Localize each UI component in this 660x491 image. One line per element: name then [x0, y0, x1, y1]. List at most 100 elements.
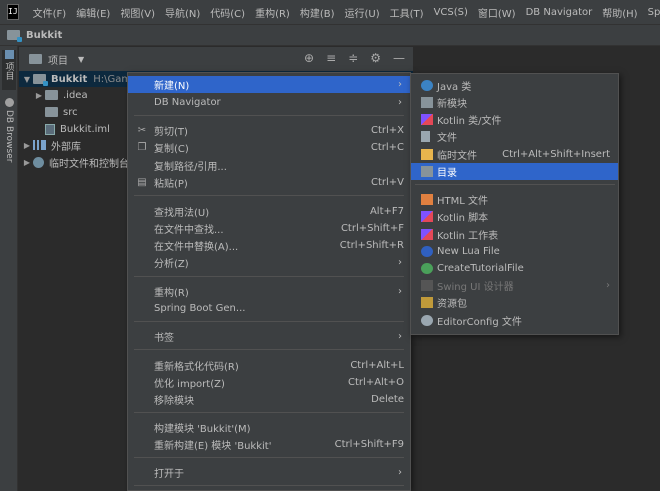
left-tool-strip: 项目 DB Browser [0, 46, 18, 491]
tree-libs-label: 外部库 [51, 141, 81, 153]
tab-project[interactable]: 项目 [2, 50, 16, 90]
submenu-item-resource-bundle[interactable]: 资源包 [411, 294, 618, 311]
submenu-item-kotlin-worksheet[interactable]: Kotlin 工作表 [411, 226, 618, 243]
submenu-item-tutorial-file[interactable]: CreateTutorialFile [411, 260, 618, 277]
submenu-item-kotlin-class[interactable]: Kotlin 类/文件 [411, 111, 618, 128]
menu-db-navigator[interactable]: DB Navigator [526, 7, 593, 18]
chevron-right-icon[interactable]: ▶ [33, 91, 45, 100]
menu-spring[interactable]: Sprin [648, 7, 660, 18]
menu-item-spring-boot[interactable]: Spring Boot Gen... [128, 300, 410, 317]
menu-separator [134, 485, 404, 486]
menu-navigate[interactable]: 导航(N) [165, 5, 200, 20]
menu-item-open-in[interactable]: 打开于 › [128, 464, 410, 481]
menu-file[interactable]: 文件(F) [33, 5, 67, 20]
tree-row-scratches[interactable]: ▶ 临时文件和控制台 [21, 154, 129, 170]
menu-item-optimize-imports[interactable]: 优化 import(Z) Ctrl+Alt+O [128, 374, 410, 391]
menu-item-remove-module[interactable]: 移除模块 Delete [128, 391, 410, 408]
menu-item-reformat[interactable]: 重新格式化代码(R) Ctrl+Alt+L [128, 357, 410, 374]
chevron-right-icon: › [398, 331, 402, 342]
module-folder-icon [7, 30, 22, 42]
tree-row-libraries[interactable]: ▶ 外部库 [21, 137, 81, 153]
collapse-all-icon[interactable]: ≑ [348, 51, 358, 65]
locate-icon[interactable]: ⊕ [304, 51, 314, 65]
project-tab-icon [4, 50, 14, 59]
breadcrumb-project[interactable]: Bukkit [26, 30, 62, 41]
submenu-item-kotlin-script[interactable]: Kotlin 脚本 [411, 208, 618, 225]
tree-root-name: Bukkit [51, 73, 88, 85]
menu-item-bookmarks[interactable]: 书签 › [128, 328, 410, 345]
chevron-right-icon: › [398, 286, 402, 297]
tree-scratches-label: 临时文件和控制台 [49, 158, 129, 170]
chevron-right-icon: › [398, 257, 402, 268]
menu-item-build-module[interactable]: 构建模块 'Bukkit'(M) [128, 419, 410, 436]
menu-item-refactor[interactable]: 重构(R) › [128, 283, 410, 300]
gear-icon[interactable]: ⚙ [370, 51, 381, 65]
menu-item-rebuild-module[interactable]: 重新构建(E) 模块 'Bukkit' Ctrl+Shift+F9 [128, 436, 410, 453]
menu-view[interactable]: 视图(V) [120, 5, 155, 20]
submenu-item-new-module[interactable]: 新模块 [411, 94, 618, 111]
module-folder-icon [33, 74, 48, 86]
menu-help[interactable]: 帮助(H) [602, 5, 637, 20]
menu-edit[interactable]: 编辑(E) [76, 5, 110, 20]
tree-iml-label: Bukkit.iml [60, 123, 110, 135]
tutorial-icon [421, 263, 433, 274]
menu-tools[interactable]: 工具(T) [390, 5, 424, 20]
menu-code[interactable]: 代码(C) [210, 5, 245, 20]
submenu-item-java-class[interactable]: Java 类 [411, 77, 618, 94]
menu-run[interactable]: 运行(U) [345, 5, 380, 20]
menu-item-cut[interactable]: ✂ 剪切(T) Ctrl+X [128, 122, 410, 139]
submenu-item-file[interactable]: 文件 [411, 128, 618, 145]
database-icon [4, 98, 14, 107]
chevron-down-icon[interactable]: ▼ [21, 75, 33, 84]
intellij-logo-icon: IJ [7, 4, 19, 20]
submenu-item-lua-file[interactable]: New Lua File [411, 243, 618, 260]
file-icon [421, 131, 430, 142]
project-panel-header: 项目 ▼ ⊕ ≡ ≑ ⚙ — [19, 47, 413, 71]
tree-row-iml[interactable]: Bukkit.iml [45, 121, 110, 137]
new-submenu: Java 类 新模块 Kotlin 类/文件 文件 临时文件 Ctrl+Alt+… [410, 73, 619, 335]
navigation-bar: Bukkit [0, 24, 660, 46]
menu-item-copy[interactable]: ❐ 复制(C) Ctrl+C [128, 139, 410, 156]
chevron-right-icon[interactable]: ▶ [21, 141, 33, 150]
menu-item-find-in-files[interactable]: 在文件中查找... Ctrl+Shift+F [128, 220, 410, 237]
project-view-icon [29, 54, 42, 64]
menu-separator [134, 276, 404, 277]
menu-item-copy-path[interactable]: 复制路径/引用... [128, 157, 410, 174]
tree-row-idea[interactable]: ▶ .idea [33, 87, 88, 103]
menu-window[interactable]: 窗口(W) [478, 5, 516, 20]
menu-item-db-navigator[interactable]: DB Navigator › [128, 94, 410, 111]
submenu-item-editorconfig[interactable]: EditorConfig 文件 [411, 312, 618, 329]
scratch-file-icon [421, 149, 433, 160]
menu-separator [134, 195, 404, 196]
menu-item-find-usages[interactable]: 查找用法(U) Alt+F7 [128, 203, 410, 220]
submenu-item-html-file[interactable]: HTML 文件 [411, 191, 618, 208]
project-panel-title[interactable]: 项目 [48, 52, 68, 67]
chevron-right-icon: › [398, 467, 402, 478]
menu-vcs[interactable]: VCS(S) [434, 7, 468, 18]
resource-bundle-icon [421, 297, 433, 308]
tree-idea-label: .idea [63, 89, 88, 101]
tab-db-browser[interactable]: DB Browser [2, 98, 16, 170]
html-file-icon [421, 194, 433, 205]
menu-refactor[interactable]: 重构(R) [255, 5, 290, 20]
menu-separator [134, 321, 404, 322]
expand-all-icon[interactable]: ≡ [326, 51, 336, 65]
menu-item-paste[interactable]: ▤ 粘贴(P) Ctrl+V [128, 174, 410, 191]
hide-icon[interactable]: — [393, 51, 405, 65]
menu-build[interactable]: 构建(B) [300, 5, 335, 20]
menu-item-analyze[interactable]: 分析(Z) › [128, 254, 410, 271]
chevron-down-icon[interactable]: ▼ [78, 55, 84, 64]
menu-item-new[interactable]: 新建(N) › [128, 76, 410, 93]
kotlin-script-icon [421, 211, 433, 222]
java-class-icon [421, 80, 433, 91]
menu-separator [415, 184, 615, 185]
chevron-right-icon[interactable]: ▶ [21, 158, 33, 167]
folder-icon [421, 166, 433, 177]
panel-toolbar: ⊕ ≡ ≑ ⚙ — [304, 51, 405, 65]
submenu-item-scratch-file[interactable]: 临时文件 Ctrl+Alt+Shift+Insert [411, 146, 618, 163]
tree-row-src[interactable]: src [45, 104, 78, 120]
submenu-item-directory[interactable]: 目录 [411, 163, 618, 180]
menu-item-replace-in-files[interactable]: 在文件中替换(A)... Ctrl+Shift+R [128, 237, 410, 254]
tree-src-label: src [63, 106, 78, 118]
menu-separator [134, 115, 404, 116]
